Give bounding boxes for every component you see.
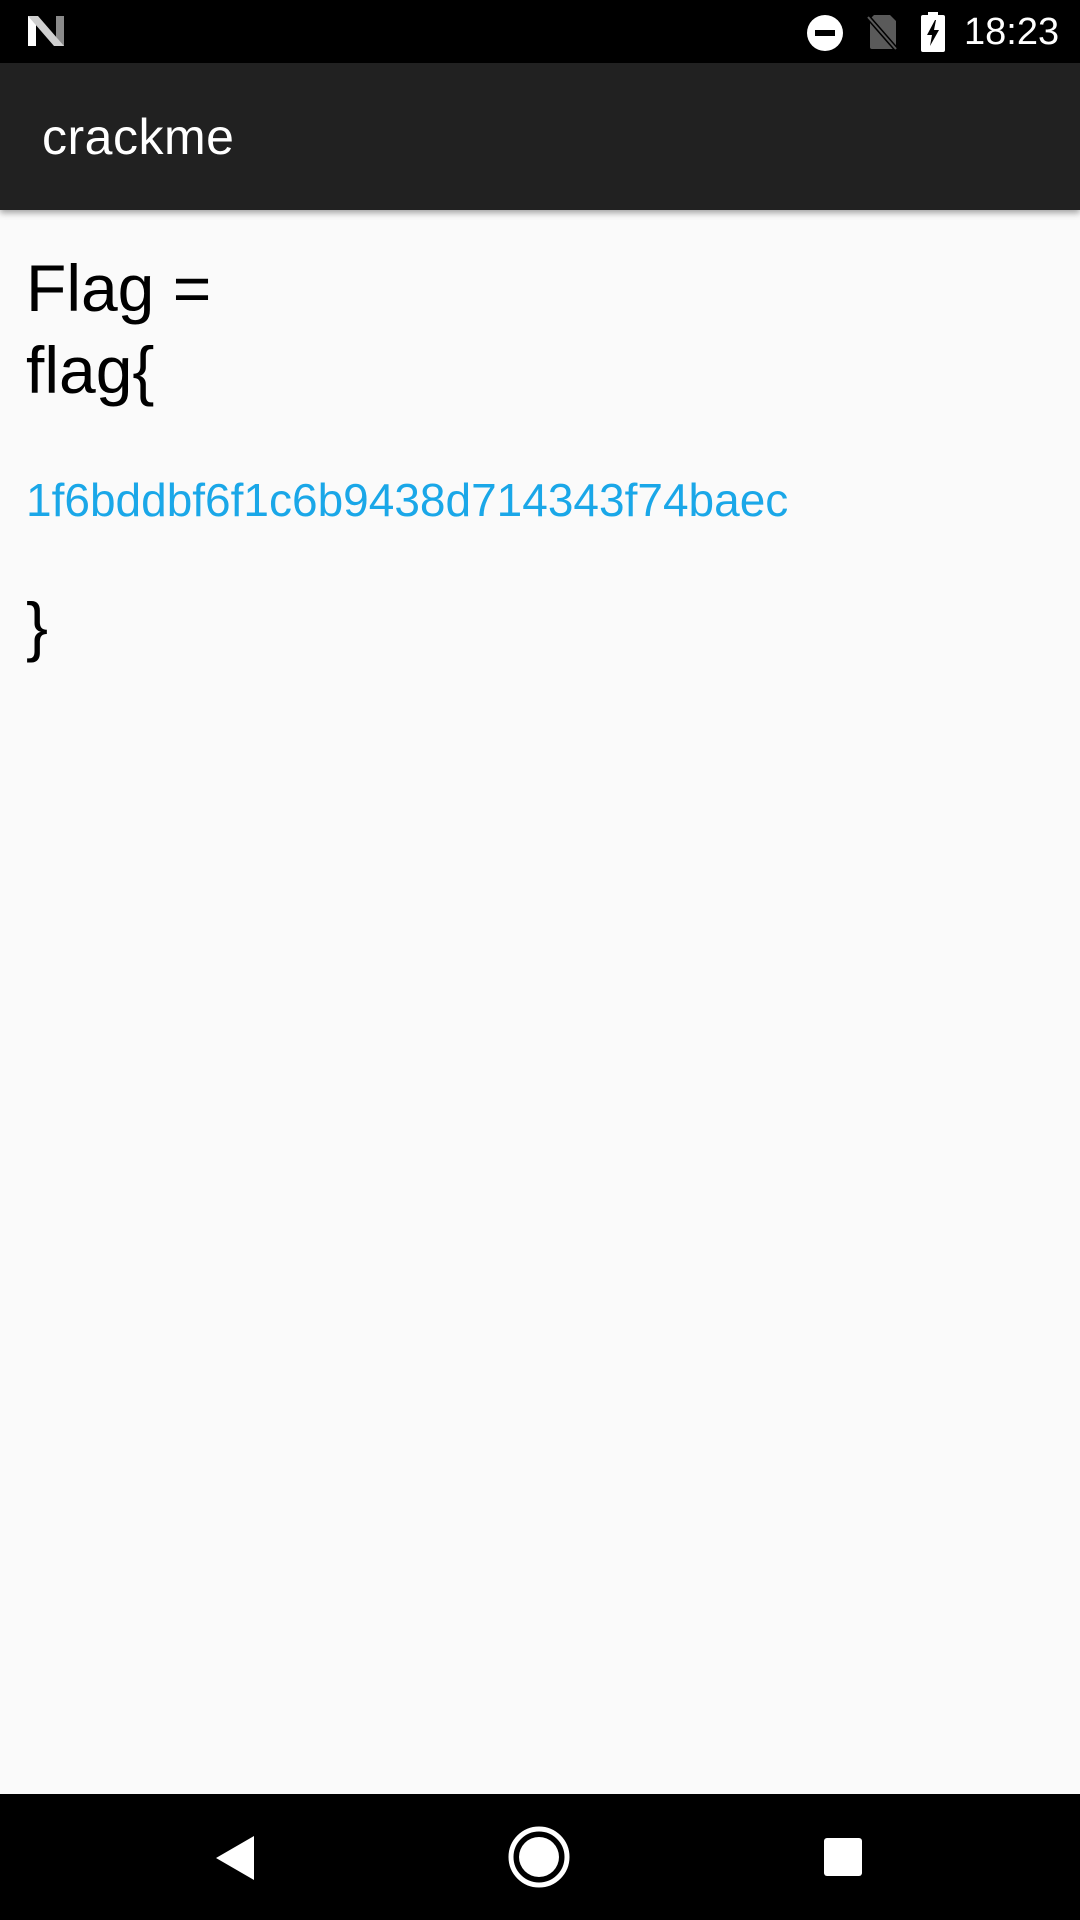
- app-bar: crackme: [0, 63, 1080, 210]
- main-content: Flag = flag{ 1f6bddbf6f1c6b9438d714343f7…: [0, 210, 1080, 1794]
- app-title: crackme: [42, 109, 235, 165]
- screen: 18:23 crackme Flag = flag{ 1f6bddbf6f1c6…: [0, 0, 1080, 1920]
- n-logo-icon: [28, 16, 64, 46]
- no-sim-icon: [866, 15, 898, 51]
- flag-value: 1f6bddbf6f1c6b9438d714343f74baec: [26, 474, 789, 526]
- flag-open: flag{: [26, 333, 155, 407]
- status-time: 18:23: [964, 11, 1060, 53]
- battery-charging-icon: [921, 12, 945, 52]
- do-not-disturb-icon: [807, 15, 843, 51]
- flag-close: }: [26, 589, 49, 663]
- status-bar: 18:23: [0, 0, 1080, 63]
- home-icon[interactable]: [508, 1826, 570, 1888]
- flag-label: Flag =: [26, 251, 212, 325]
- back-icon[interactable]: [212, 1834, 258, 1882]
- navigation-bar: [0, 1794, 1080, 1920]
- recents-icon[interactable]: [822, 1836, 864, 1878]
